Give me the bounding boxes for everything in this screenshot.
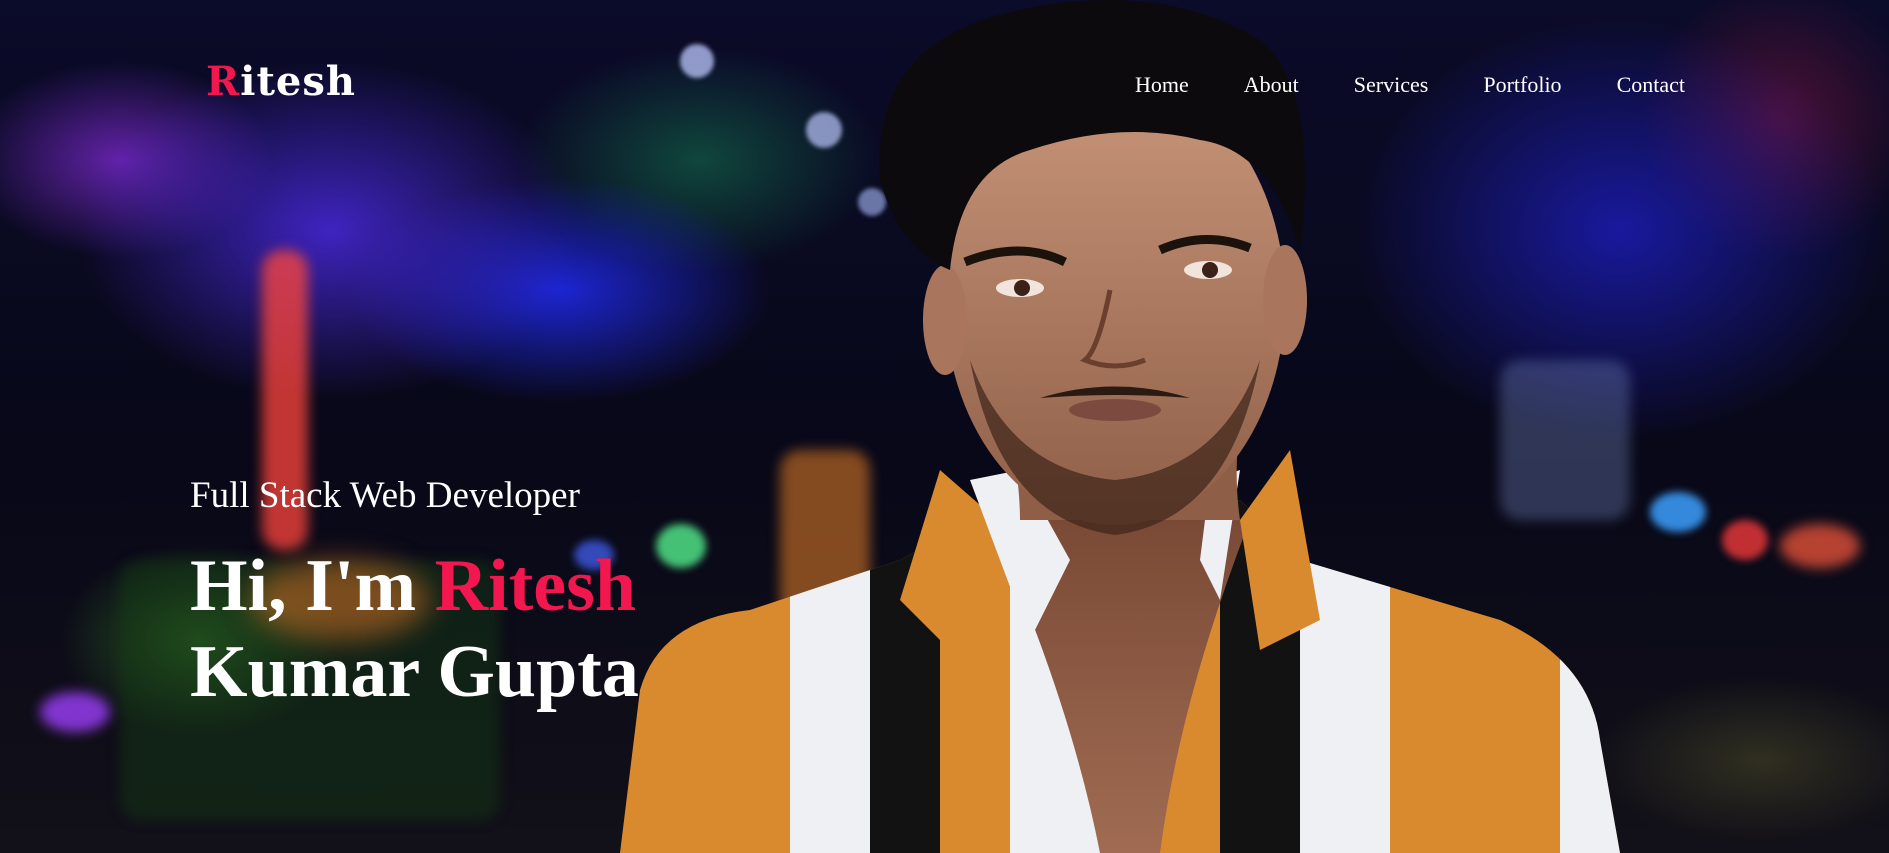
nav-link-portfolio[interactable]: Portfolio: [1483, 72, 1561, 97]
bokeh-light: [40, 692, 110, 732]
nav-menu: Home About Services Portfolio Contact: [1135, 74, 1685, 97]
hero-headline: Hi, I'm Ritesh Kumar Gupta: [190, 543, 670, 715]
hero-section: Ritesh Home About Services Portfolio Con…: [0, 0, 1889, 853]
nav-link-home[interactable]: Home: [1135, 72, 1189, 97]
hero-name-rest: Kumar Gupta: [190, 630, 639, 713]
hero-name-highlight: Ritesh: [434, 544, 637, 627]
logo-text: itesh: [240, 58, 356, 105]
nav-item-home: Home: [1135, 74, 1189, 97]
bokeh-light: [1722, 520, 1768, 560]
nav-item-contact: Contact: [1617, 74, 1685, 97]
nav-item-about: About: [1244, 74, 1299, 97]
site-logo[interactable]: Ritesh: [206, 62, 356, 102]
logo-initial: R: [206, 58, 241, 105]
bokeh-light: [1780, 524, 1860, 568]
hero-subtitle: Full Stack Web Developer: [190, 475, 580, 516]
nav-link-about[interactable]: About: [1244, 72, 1299, 97]
nav-link-contact[interactable]: Contact: [1617, 72, 1685, 97]
hero-greeting: Hi, I'm: [190, 544, 435, 627]
nav-item-portfolio: Portfolio: [1483, 74, 1561, 97]
nav-item-services: Services: [1354, 74, 1429, 97]
nav-link-services[interactable]: Services: [1354, 72, 1429, 97]
hero-text: Full Stack Web Developer Hi, I'm Ritesh …: [190, 475, 910, 715]
navbar: Ritesh Home About Services Portfolio Con…: [0, 0, 1889, 170]
